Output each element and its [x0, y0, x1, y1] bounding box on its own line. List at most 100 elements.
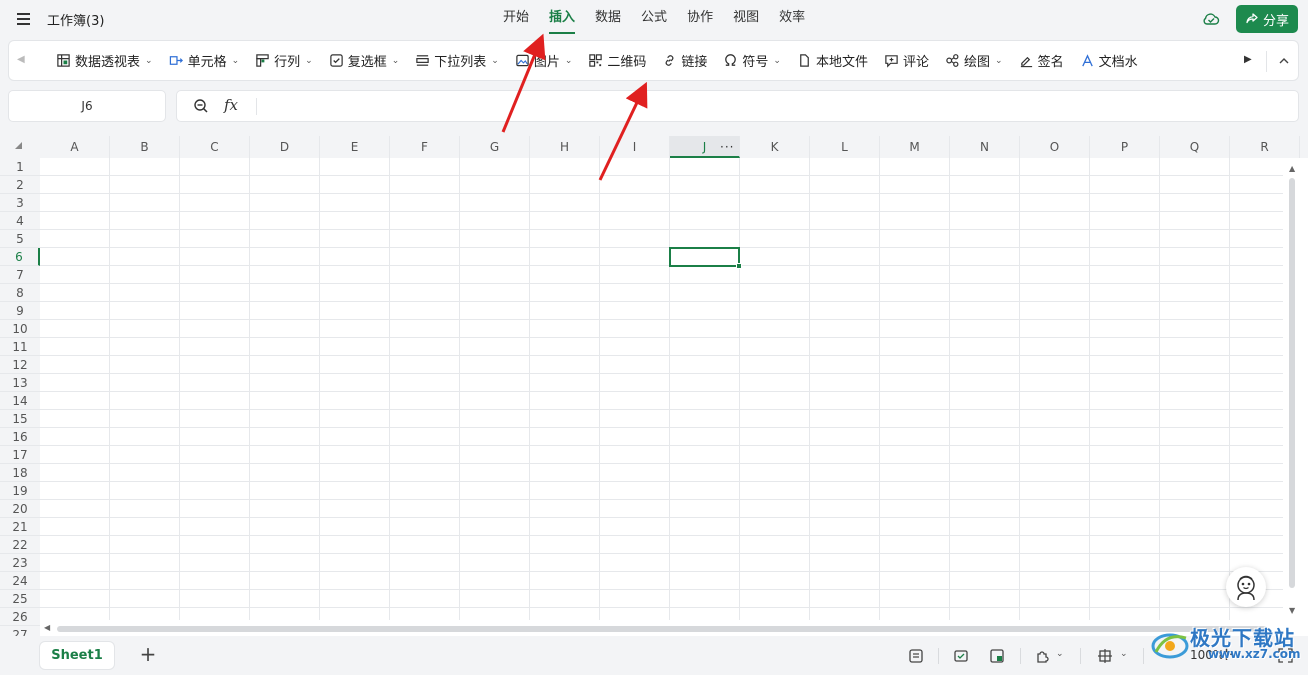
column-header-b[interactable]: B	[110, 136, 180, 158]
row-header-16[interactable]: 16	[0, 428, 40, 446]
column-header-m[interactable]: M	[880, 136, 950, 158]
comment-button[interactable]: 评论	[881, 47, 932, 75]
row-header-15[interactable]: 15	[0, 410, 40, 428]
proofread-icon[interactable]	[953, 648, 969, 664]
tab-collaborate[interactable]: 协作	[687, 0, 713, 38]
scroll-up-icon[interactable]: ▲	[1289, 164, 1295, 173]
toolbar-scroll-left-icon[interactable]: ◀	[17, 54, 29, 68]
add-sheet-button[interactable]: +	[138, 643, 158, 667]
row-header-10[interactable]: 10	[0, 320, 40, 338]
column-header-n[interactable]: N	[950, 136, 1020, 158]
row-header-12[interactable]: 12	[0, 356, 40, 374]
horizontal-scrollbar[interactable]: ◀	[40, 622, 1286, 636]
document-title[interactable]: 工作簿(3)	[47, 10, 104, 29]
column-header-c[interactable]: C	[180, 136, 250, 158]
row-header-24[interactable]: 24	[0, 572, 40, 590]
pivot-table-button[interactable]: 数据透视表 ⌄	[53, 47, 156, 75]
freeze-panes-icon[interactable]	[1097, 648, 1113, 664]
signature-button[interactable]: 签名	[1016, 47, 1067, 75]
zoom-out-icon[interactable]	[193, 98, 209, 114]
vertical-scroll-thumb[interactable]	[1289, 178, 1295, 588]
formula-bar[interactable]: fx	[176, 90, 1299, 122]
fullscreen-icon[interactable]	[1278, 648, 1293, 663]
column-header-o[interactable]: O	[1020, 136, 1090, 158]
row-header-14[interactable]: 14	[0, 392, 40, 410]
scroll-left-icon[interactable]: ◀	[44, 623, 50, 632]
column-header-f[interactable]: F	[390, 136, 460, 158]
column-header-l[interactable]: L	[810, 136, 880, 158]
row-header-19[interactable]: 19	[0, 482, 40, 500]
tab-start[interactable]: 开始	[503, 0, 529, 38]
column-header-a[interactable]: A	[40, 136, 110, 158]
share-button[interactable]: 分享	[1236, 5, 1298, 33]
qrcode-button[interactable]: 二维码	[585, 47, 649, 75]
row-header-11[interactable]: 11	[0, 338, 40, 356]
column-header-h[interactable]: H	[530, 136, 600, 158]
column-header-i[interactable]: I	[600, 136, 670, 158]
link-button[interactable]: 链接	[659, 47, 710, 75]
chevron-down-icon[interactable]: ⌄	[1120, 649, 1128, 659]
omega-symbol-icon	[725, 54, 737, 66]
row-header-23[interactable]: 23	[0, 554, 40, 572]
cell-insert-button[interactable]: 单元格 ⌄	[166, 47, 243, 75]
sheet-tab-sheet1[interactable]: Sheet1	[40, 642, 114, 669]
tab-formula[interactable]: 公式	[641, 0, 667, 38]
plugin-icon[interactable]	[1034, 648, 1050, 664]
tab-view[interactable]: 视图	[733, 0, 759, 38]
row-header-8[interactable]: 8	[0, 284, 40, 302]
tab-insert[interactable]: 插入	[549, 0, 576, 38]
column-header-r[interactable]: R	[1230, 136, 1300, 158]
row-header-9[interactable]: 9	[0, 302, 40, 320]
row-header-13[interactable]: 13	[0, 374, 40, 392]
row-header-26[interactable]: 26	[0, 608, 40, 626]
drawing-button[interactable]: 绘图 ⌄	[942, 47, 1006, 75]
ai-assistant-button[interactable]	[1226, 567, 1266, 607]
chevron-down-icon[interactable]: ⌄	[1056, 649, 1064, 659]
row-header-22[interactable]: 22	[0, 536, 40, 554]
row-header-6[interactable]: 6	[0, 248, 40, 266]
row-header-27[interactable]: 27	[0, 626, 40, 636]
row-header-18[interactable]: 18	[0, 464, 40, 482]
sheet-list-icon[interactable]	[908, 648, 924, 664]
dropdown-list-button[interactable]: 下拉列表 ⌄	[412, 47, 502, 75]
column-header-q[interactable]: Q	[1160, 136, 1230, 158]
checkbox-button[interactable]: 复选框 ⌄	[326, 47, 403, 75]
column-header-g[interactable]: G	[460, 136, 530, 158]
column-header-d[interactable]: D	[250, 136, 320, 158]
select-all-corner[interactable]	[0, 136, 40, 158]
export-sheet-icon[interactable]	[989, 648, 1005, 664]
active-cell[interactable]	[669, 247, 742, 269]
tab-efficiency[interactable]: 效率	[779, 0, 805, 38]
row-header-7[interactable]: 7	[0, 266, 40, 284]
row-header-20[interactable]: 20	[0, 500, 40, 518]
fill-handle[interactable]	[736, 263, 742, 269]
row-header-5[interactable]: 5	[0, 230, 40, 248]
row-header-3[interactable]: 3	[0, 194, 40, 212]
vertical-scrollbar[interactable]: ▲ ▼	[1286, 158, 1300, 620]
toolbar-scroll-right-icon[interactable]: ▶	[1244, 54, 1256, 68]
column-header-k[interactable]: K	[740, 136, 810, 158]
horizontal-scroll-thumb[interactable]	[57, 626, 1267, 632]
scroll-down-icon[interactable]: ▼	[1289, 606, 1295, 615]
cell-grid[interactable]	[40, 158, 1283, 620]
tab-data[interactable]: 数据	[595, 0, 621, 38]
cloud-sync-icon[interactable]	[1202, 10, 1220, 28]
local-file-button[interactable]: 本地文件	[794, 47, 871, 75]
row-header-17[interactable]: 17	[0, 446, 40, 464]
watermark-button[interactable]: 文档水	[1077, 47, 1141, 75]
column-header-p[interactable]: P	[1090, 136, 1160, 158]
name-box[interactable]: J6	[8, 90, 166, 122]
symbol-button[interactable]: 符号 ⌄	[720, 47, 784, 75]
collapse-toolbar-icon[interactable]	[1275, 52, 1293, 70]
fx-icon[interactable]: fx	[224, 96, 238, 114]
menu-icon[interactable]	[14, 9, 34, 29]
row-header-2[interactable]: 2	[0, 176, 40, 194]
row-header-21[interactable]: 21	[0, 518, 40, 536]
row-header-4[interactable]: 4	[0, 212, 40, 230]
row-header-25[interactable]: 25	[0, 590, 40, 608]
image-button[interactable]: 图片 ⌄	[512, 47, 576, 75]
column-header-e[interactable]: E	[320, 136, 390, 158]
row-column-button[interactable]: 行列 ⌄	[252, 47, 316, 75]
zoom-in-button[interactable]: +	[1219, 644, 1234, 665]
row-header-1[interactable]: 1	[0, 158, 40, 176]
